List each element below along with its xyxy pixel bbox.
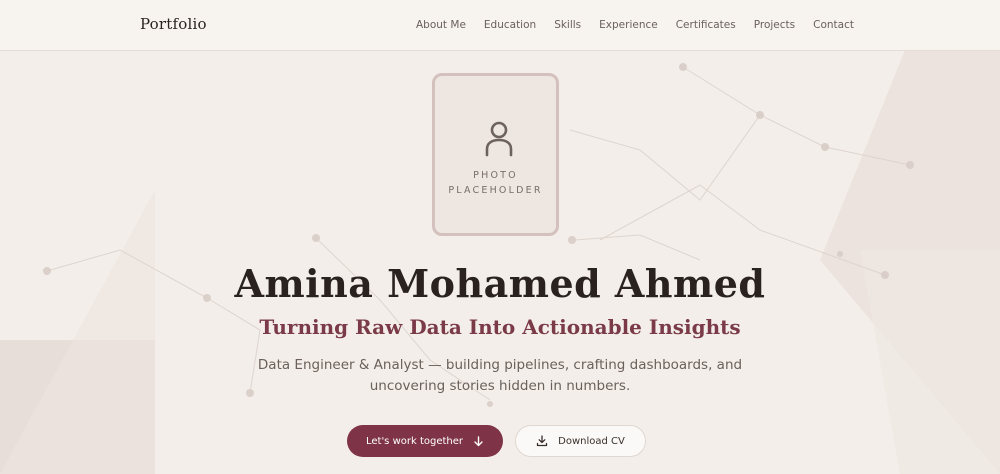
photo-placeholder-label: PHOTO PLACEHOLDER bbox=[435, 168, 556, 198]
photo-placeholder-line2: PLACEHOLDER bbox=[448, 185, 543, 196]
lets-work-together-label: Let's work together bbox=[365, 435, 464, 447]
hero-tagline: Turning Raw Data Into Actionable Insight… bbox=[259, 315, 741, 339]
nav-link-about-me[interactable]: About Me bbox=[416, 19, 466, 31]
download-cv-button[interactable]: Download CV bbox=[515, 425, 646, 457]
brand-logo[interactable]: Portfolio bbox=[140, 15, 207, 33]
nav-links: About Me Education Skills Experience Cer… bbox=[416, 19, 854, 31]
hero-name: Amina Mohamed Ahmed bbox=[234, 261, 766, 306]
arrow-down-icon bbox=[474, 435, 483, 446]
top-navbar: Portfolio About Me Education Skills Expe… bbox=[0, 0, 1000, 51]
nav-link-contact[interactable]: Contact bbox=[813, 19, 854, 31]
photo-placeholder-line1: PHOTO bbox=[473, 170, 518, 181]
download-cv-label: Download CV bbox=[558, 435, 625, 447]
nav-link-certificates[interactable]: Certificates bbox=[676, 19, 736, 31]
nav-link-projects[interactable]: Projects bbox=[754, 19, 795, 31]
profile-photo-placeholder: PHOTO PLACEHOLDER bbox=[432, 73, 559, 236]
person-icon bbox=[485, 121, 513, 157]
nav-link-skills[interactable]: Skills bbox=[554, 19, 581, 31]
lets-work-together-button[interactable]: Let's work together bbox=[347, 425, 503, 457]
download-icon bbox=[536, 435, 548, 447]
hero-section: PHOTO PLACEHOLDER Amina Mohamed Ahmed Tu… bbox=[0, 51, 1000, 474]
hero-description: Data Engineer & Analyst — building pipel… bbox=[257, 357, 743, 394]
nav-link-education[interactable]: Education bbox=[484, 19, 536, 31]
page: Portfolio About Me Education Skills Expe… bbox=[0, 0, 1000, 474]
nav-link-experience[interactable]: Experience bbox=[599, 19, 658, 31]
